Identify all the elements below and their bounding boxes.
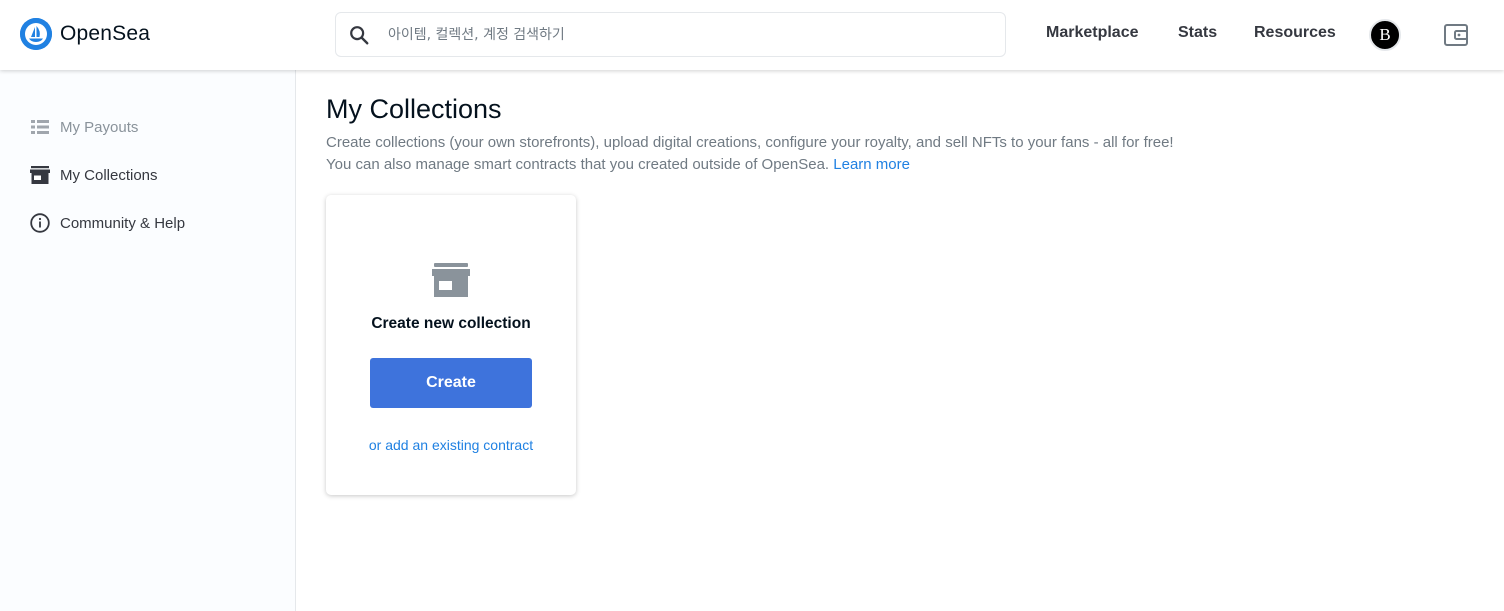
- search-input[interactable]: [388, 26, 988, 43]
- nav-marketplace[interactable]: Marketplace: [1046, 24, 1139, 42]
- nav-stats[interactable]: Stats: [1178, 24, 1217, 42]
- opensea-logo[interactable]: OpenSea: [20, 18, 150, 50]
- search-bar[interactable]: [335, 12, 1006, 57]
- opensea-logo-icon: [20, 18, 52, 50]
- sidebar-item-community-help[interactable]: Community & Help: [30, 213, 185, 233]
- page-title: My Collections: [326, 94, 502, 124]
- storefront-icon: [431, 263, 471, 297]
- create-button[interactable]: Create: [370, 358, 532, 408]
- logo-text: OpenSea: [60, 22, 151, 45]
- sidebar-item-label: My Collections: [60, 166, 158, 184]
- nav-resources[interactable]: Resources: [1254, 24, 1336, 42]
- top-header: OpenSea Marketplace Stats Resources B: [0, 0, 1504, 70]
- user-avatar[interactable]: B: [1369, 19, 1401, 51]
- search-icon: [348, 24, 370, 46]
- create-collection-card: Create new collection Create or add an e…: [326, 195, 576, 495]
- description-line-2: You can also manage smart contracts that…: [326, 154, 1226, 176]
- storefront-icon: [30, 165, 50, 185]
- wallet-icon[interactable]: [1443, 22, 1469, 48]
- avatar-letter: B: [1379, 25, 1391, 44]
- card-title: Create new collection: [371, 315, 531, 332]
- sidebar-item-my-collections[interactable]: My Collections: [30, 165, 158, 185]
- sidebar-item-my-payouts[interactable]: My Payouts: [30, 117, 138, 137]
- sidebar: My Payouts My Collections Community & He…: [0, 70, 296, 611]
- page-description: Create collections (your own storefronts…: [326, 132, 1226, 176]
- list-icon: [30, 117, 50, 137]
- description-line-1: Create collections (your own storefronts…: [326, 134, 1174, 151]
- sidebar-item-label: Community & Help: [60, 214, 186, 232]
- add-existing-contract-link[interactable]: or add an existing contract: [326, 437, 576, 453]
- learn-more-link[interactable]: Learn more: [833, 156, 910, 173]
- sidebar-item-label: My Payouts: [60, 118, 139, 136]
- description-text: You can also manage smart contracts that…: [326, 156, 830, 173]
- info-icon: [30, 213, 50, 233]
